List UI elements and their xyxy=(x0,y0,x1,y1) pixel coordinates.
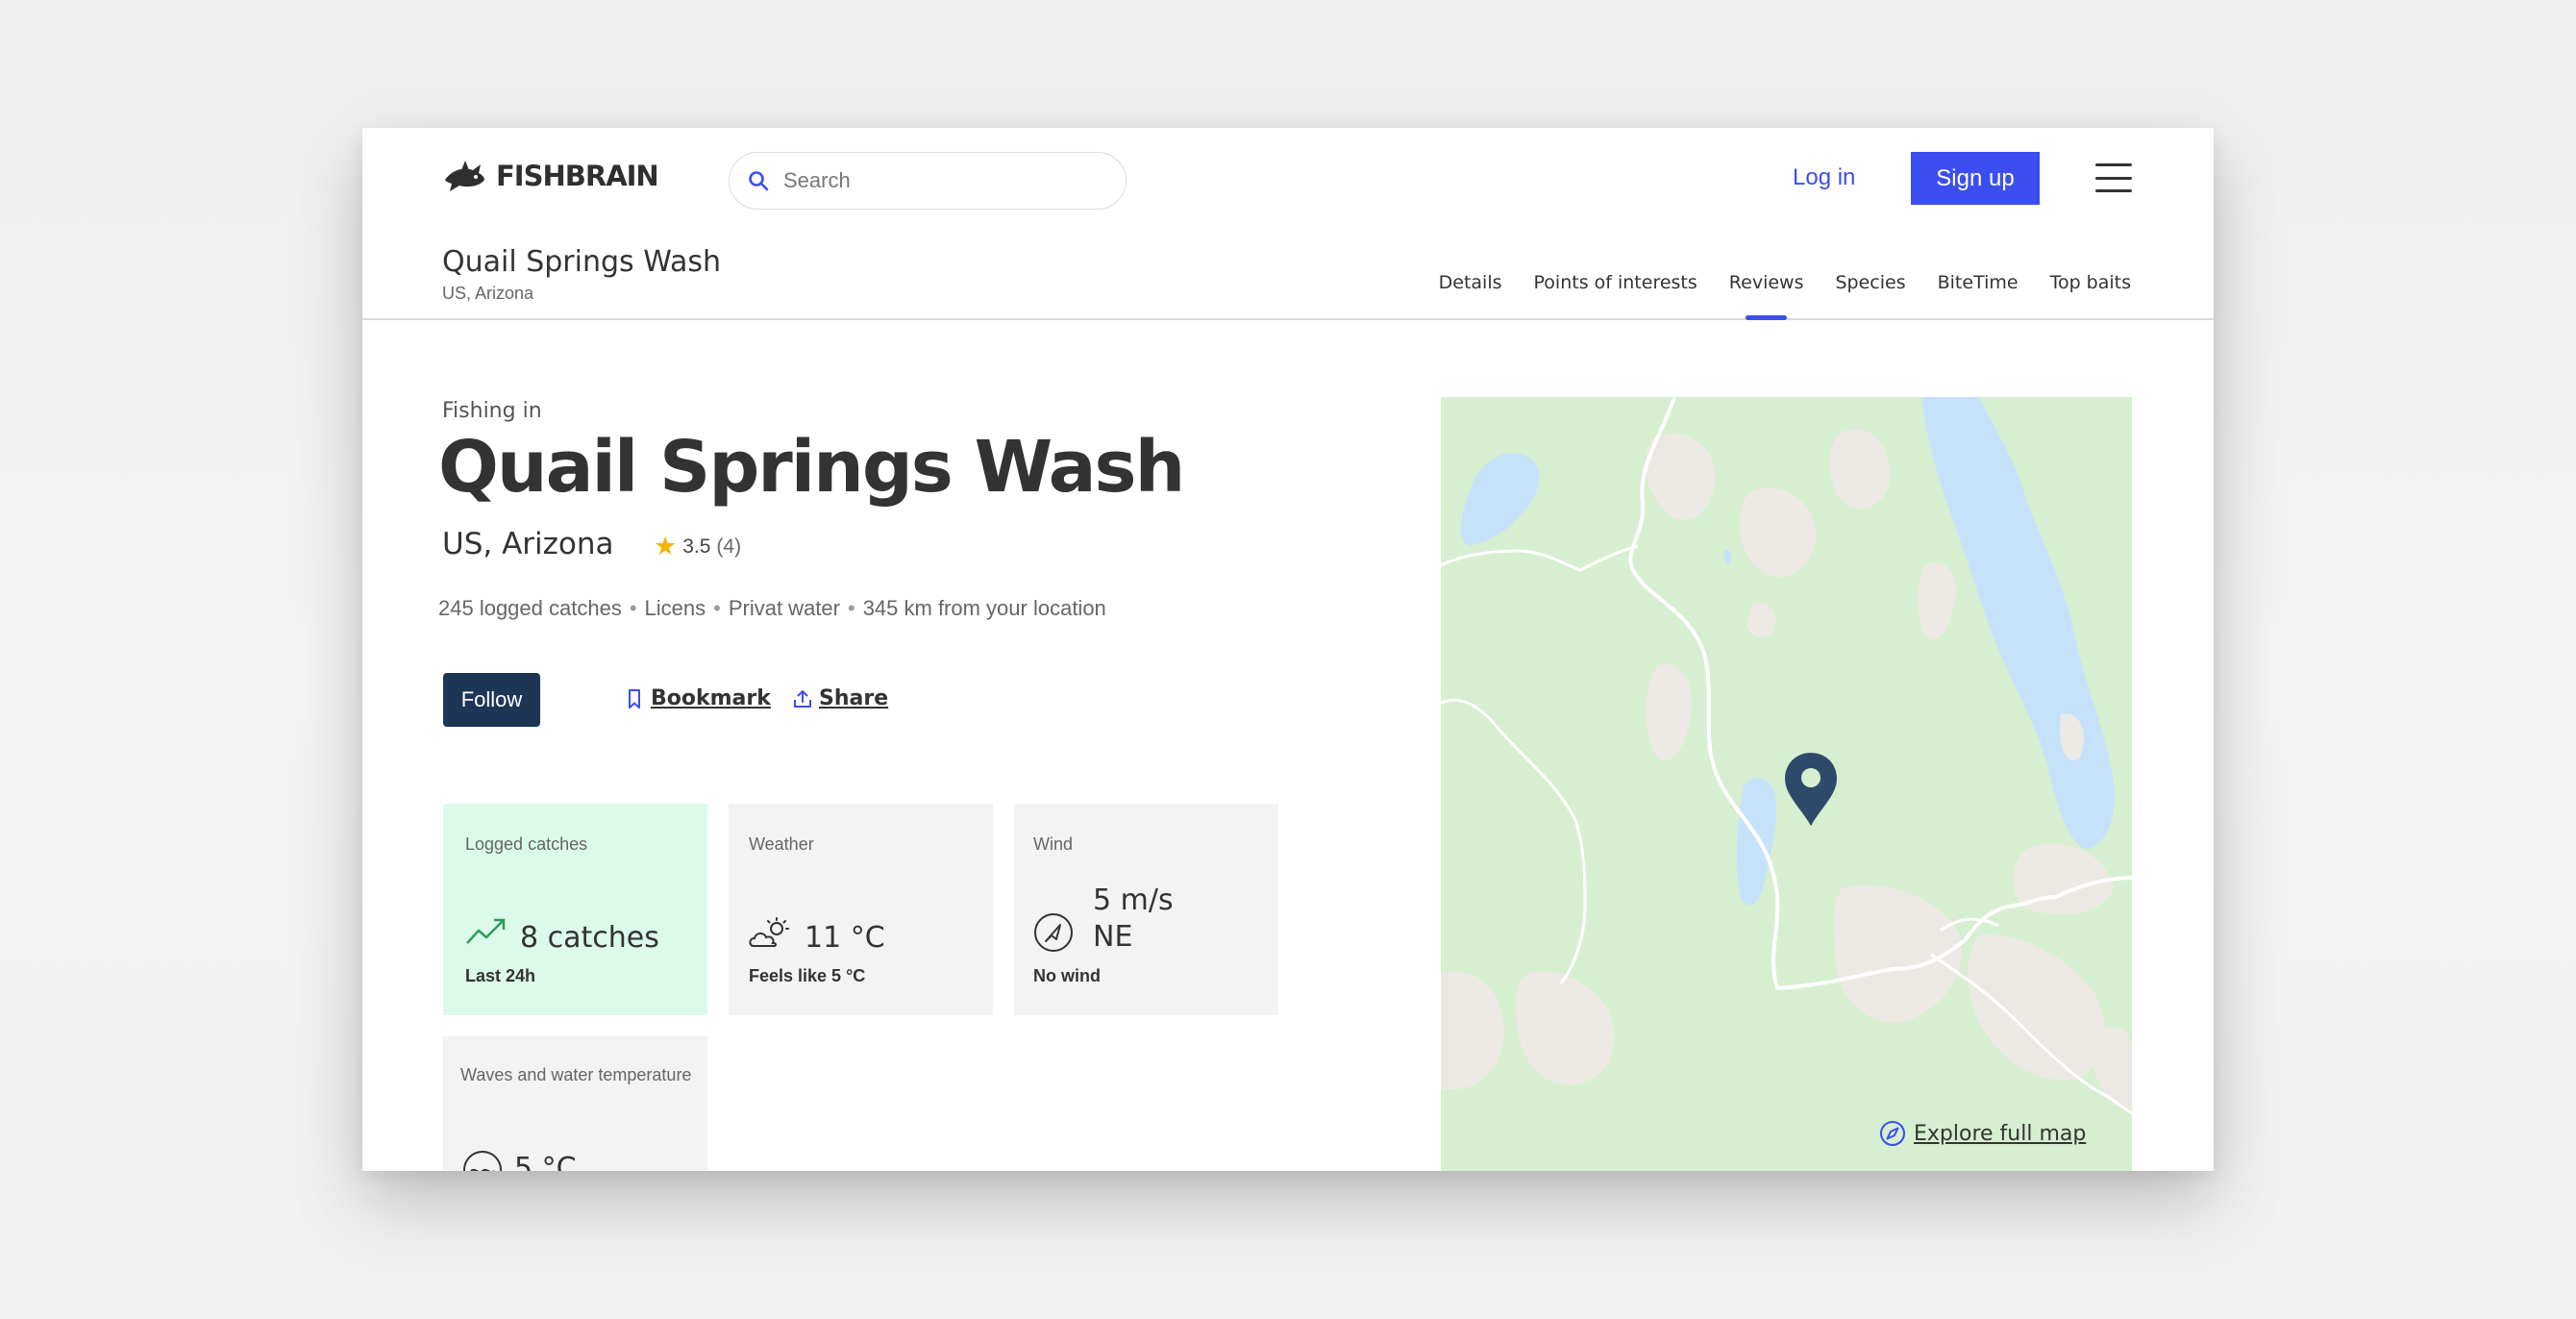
wave-icon xyxy=(463,1151,502,1171)
brand-name: FISHBRAIN xyxy=(496,160,659,192)
browser-page: FISHBRAIN Log in Sign up Quail Springs W… xyxy=(362,128,2214,1171)
rating-count: (4) xyxy=(716,535,742,558)
search-box[interactable] xyxy=(729,152,1127,210)
weather-card[interactable]: Weather 11 °C Feels like 5 °C xyxy=(729,804,993,1015)
card-sub: Feels like 5 °C xyxy=(749,966,866,985)
location-facts: 245 logged catches • Licens • Privat wat… xyxy=(438,596,1106,621)
fact-license: Licens xyxy=(644,596,706,620)
compass-icon xyxy=(1880,1121,1905,1146)
search-input[interactable] xyxy=(783,168,1091,193)
tab-points-of-interests[interactable]: Points of interests xyxy=(1534,272,1697,307)
logged-catches-card[interactable]: Logged catches 8 catches Last 24h xyxy=(443,804,707,1015)
wind-value: 5 m/s NE xyxy=(1093,883,1174,956)
card-label: Wind xyxy=(1033,834,1074,854)
partly-cloudy-icon xyxy=(749,917,789,947)
menu-icon[interactable] xyxy=(2095,163,2132,192)
wind-card[interactable]: Wind 5 m/s NE No wind xyxy=(1014,804,1278,1015)
catches-value: 8 catches xyxy=(520,921,659,955)
tab-reviews[interactable]: Reviews xyxy=(1729,272,1803,320)
fact-separator: • xyxy=(847,596,855,620)
share-link[interactable]: Share xyxy=(792,686,888,710)
top-navbar: FISHBRAIN Log in Sign up xyxy=(362,128,2214,224)
hero-kicker: Fishing in xyxy=(442,399,542,423)
rating[interactable]: ★ 3.5 (4) xyxy=(654,532,741,561)
signup-button[interactable]: Sign up xyxy=(1911,152,2040,205)
follow-button[interactable]: Follow xyxy=(443,673,540,727)
login-link[interactable]: Log in xyxy=(1793,164,1855,191)
tab-bitetime[interactable]: BiteTime xyxy=(1938,272,2019,307)
card-label: Waves and water temperature xyxy=(460,1065,692,1084)
explore-label: Explore full map xyxy=(1914,1121,2087,1146)
fact-catches: 245 logged catches xyxy=(438,596,622,620)
section-tabs: Details Points of interests Reviews Spec… xyxy=(1439,272,2131,320)
fish-logo-icon xyxy=(445,161,484,191)
subheader-location: US, Arizona xyxy=(442,284,534,303)
wind-speed: 5 m/s xyxy=(1093,883,1174,917)
card-sub: Last 24h xyxy=(465,966,536,985)
fact-separator: • xyxy=(629,596,637,620)
hero-region: US, Arizona xyxy=(442,527,614,561)
location-map[interactable]: Explore full map xyxy=(1441,397,2132,1171)
card-label: Weather xyxy=(749,834,814,854)
explore-full-map-link[interactable]: Explore full map xyxy=(1879,1120,2086,1147)
search-icon xyxy=(749,171,769,191)
bookmark-label: Bookmark xyxy=(651,686,771,710)
weather-value: 11 °C xyxy=(805,921,885,955)
waves-card[interactable]: Waves and water temperature 5 °C xyxy=(443,1036,707,1171)
tab-details[interactable]: Details xyxy=(1439,272,1502,307)
star-icon: ★ xyxy=(654,532,678,560)
bookmark-link[interactable]: Bookmark xyxy=(624,686,771,710)
share-label: Share xyxy=(819,686,889,710)
card-sub: No wind xyxy=(1033,966,1101,985)
page-title: Quail Springs Wash xyxy=(438,426,1185,509)
subheader-title: Quail Springs Wash xyxy=(442,245,721,279)
rating-value: 3.5 xyxy=(682,535,711,558)
tab-top-baits[interactable]: Top baits xyxy=(2050,272,2131,307)
bookmark-icon xyxy=(629,688,640,709)
tab-species[interactable]: Species xyxy=(1835,272,1905,307)
compass-arrow-icon xyxy=(1034,913,1073,952)
fact-separator: • xyxy=(713,596,721,620)
brand-logo[interactable]: FISHBRAIN xyxy=(442,157,659,195)
map-pin-icon[interactable] xyxy=(1782,751,1840,828)
trend-up-icon xyxy=(466,918,506,944)
share-icon xyxy=(794,689,811,708)
fact-water: Privat water xyxy=(728,596,840,620)
fact-distance: 345 km from your location xyxy=(862,596,1106,620)
waves-value: 5 °C xyxy=(514,1152,577,1171)
wind-direction: NE xyxy=(1093,920,1133,954)
card-label: Logged catches xyxy=(465,834,588,854)
location-subheader: Quail Springs Wash US, Arizona Details P… xyxy=(362,224,2214,320)
